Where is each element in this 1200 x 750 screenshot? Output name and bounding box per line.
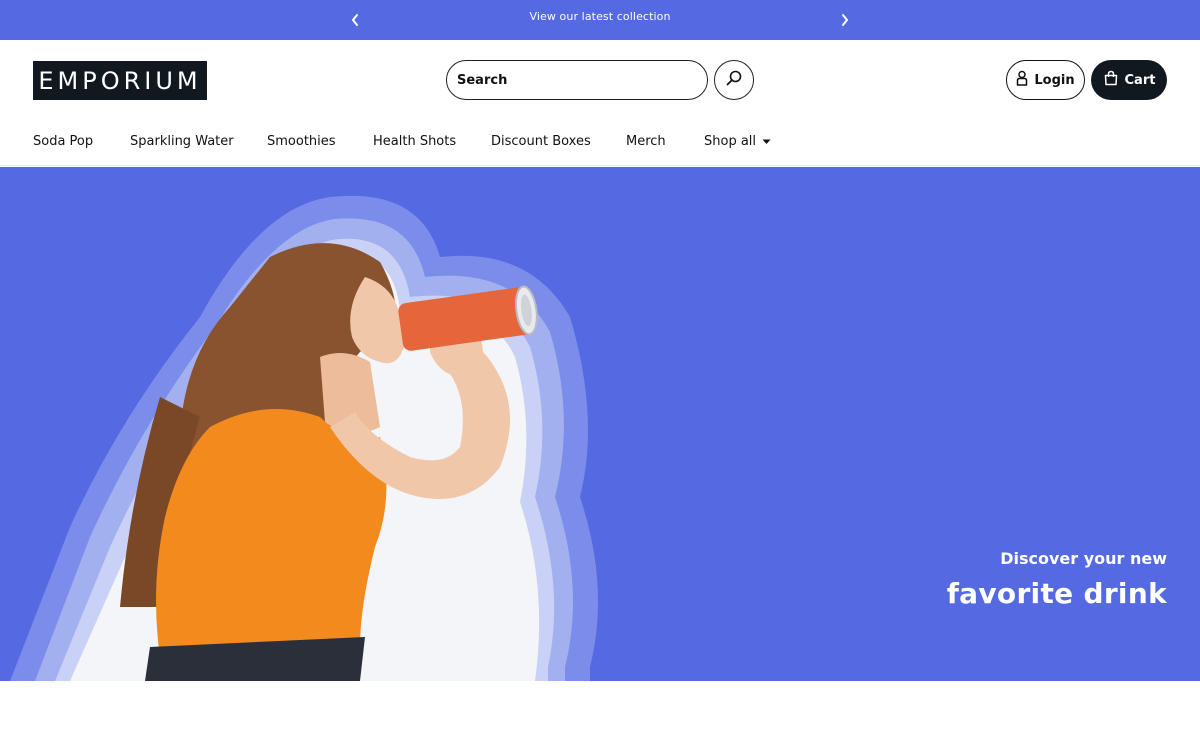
main-nav: Soda Pop Sparkling Water Smoothies Healt…: [0, 120, 1200, 166]
nav-item-label: Sparkling Water: [130, 134, 234, 149]
nav-item-health-shots[interactable]: Health Shots: [373, 134, 456, 149]
shopping-bag-icon: [1103, 70, 1119, 90]
nav-item-shop-all[interactable]: Shop all: [704, 134, 771, 149]
nav-item-label: Smoothies: [267, 134, 336, 149]
cart-button[interactable]: Cart: [1091, 60, 1167, 100]
site-logo[interactable]: EMPORIUM: [33, 61, 207, 100]
nav-item-label: Discount Boxes: [491, 134, 591, 149]
hero-title: favorite drink: [946, 577, 1167, 610]
search-input[interactable]: [457, 72, 707, 88]
announcement-bar: View our latest collection: [0, 0, 1200, 40]
nav-item-sparkling-water[interactable]: Sparkling Water: [130, 134, 234, 149]
search-button[interactable]: [714, 60, 754, 100]
nav-item-smoothies[interactable]: Smoothies: [267, 134, 336, 149]
user-icon: [1016, 70, 1028, 90]
hero-subtitle: Discover your new: [1000, 549, 1167, 568]
search-icon: [725, 69, 743, 91]
login-button[interactable]: Login: [1006, 60, 1085, 100]
hero-banner[interactable]: Discover your new favorite drink: [0, 167, 1200, 681]
announcement-text[interactable]: View our latest collection: [529, 10, 670, 23]
nav-item-label: Health Shots: [373, 134, 457, 149]
search-field[interactable]: [446, 60, 708, 100]
nav-item-label: Shop all: [704, 134, 757, 149]
chevron-left-icon[interactable]: [345, 10, 365, 30]
woman-drinking-can-image: [10, 195, 598, 681]
nav-item-merch[interactable]: Merch: [626, 134, 666, 149]
site-header: EMPORIUM Login Cart: [0, 40, 1200, 120]
nav-item-label: Soda Pop: [33, 134, 94, 149]
nav-item-soda-pop[interactable]: Soda Pop: [33, 134, 93, 149]
login-label: Login: [1034, 72, 1075, 88]
caret-down-icon: [762, 134, 771, 149]
nav-item-discount-boxes[interactable]: Discount Boxes: [491, 134, 591, 149]
nav-item-label: Merch: [626, 134, 666, 149]
chevron-right-icon[interactable]: [835, 10, 855, 30]
cart-label: Cart: [1124, 72, 1156, 88]
